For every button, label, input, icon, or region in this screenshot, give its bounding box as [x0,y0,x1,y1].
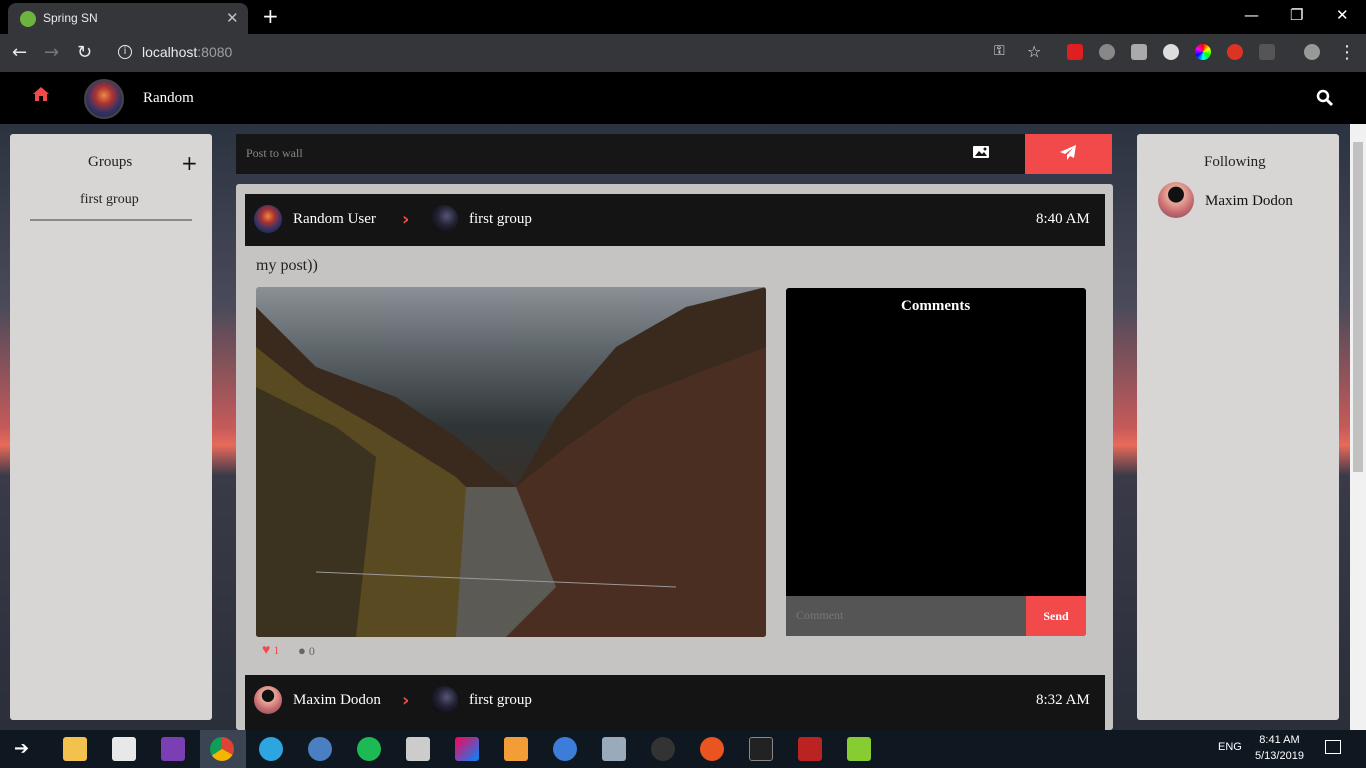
browser-tab[interactable]: Spring SN ✕ [8,3,248,34]
key-icon[interactable]: ⚿ [994,43,1005,59]
clock-time: 8:41 AM [1259,734,1300,746]
post-time: 8:32 AM [1036,692,1090,708]
taskbar-clock[interactable]: 8:41 AM 5/13/2019 [1255,732,1304,764]
close-window-icon[interactable]: ✕ [1336,6,1349,24]
search-icon[interactable] [1316,89,1334,107]
add-group-button[interactable]: + [181,151,198,175]
author-avatar[interactable] [254,686,282,714]
clock-date: 5/13/2019 [1255,750,1304,762]
notifications-icon[interactable] [1325,740,1341,754]
qbittorrent-icon[interactable] [553,737,577,761]
filezilla-icon[interactable] [798,737,822,761]
spring-logo-icon [20,11,36,27]
image-upload-icon[interactable] [972,145,990,159]
profile-icon[interactable] [1304,44,1320,60]
comment-placeholder: Comment [796,608,844,622]
author-avatar[interactable] [254,205,282,233]
comment-count-button[interactable]: ● 0 [298,643,315,659]
comment-count: 0 [308,644,315,658]
soundcloud-icon[interactable] [406,737,430,761]
page-scrollbar[interactable] [1350,124,1366,730]
like-button[interactable]: ♥ 1 [262,643,279,659]
reload-icon[interactable]: ↻ [77,42,92,63]
onenote-icon[interactable] [161,737,185,761]
remote-desktop-icon[interactable] [602,737,626,761]
telegram-icon[interactable] [259,737,283,761]
scrollbar-thumb[interactable] [1353,142,1363,472]
comments-title: Comments [901,298,971,314]
group-avatar[interactable] [430,205,458,233]
comment-send-button[interactable]: Send [1026,596,1086,636]
url-host: localhost [142,44,198,60]
star-icon[interactable]: ☆ [1027,42,1041,61]
following-panel [1137,134,1339,720]
address-bar: ← → ↻ i localhost:8080 ⚿ ☆ ⋮ [0,34,1366,72]
comments-box [786,288,1086,636]
heart-icon: ♥ [262,643,271,658]
cube-app-icon[interactable] [847,737,871,761]
adblock-icon[interactable] [1227,44,1243,60]
following-title: Following [1204,154,1266,170]
post-group[interactable]: first group [469,211,532,228]
tab-title: Spring SN [43,11,98,25]
post-placeholder: Post to wall [246,146,303,160]
group-item[interactable]: first group [80,192,139,208]
following-item[interactable]: Maxim Dodon [1205,193,1293,210]
post-author[interactable]: Random User [293,211,376,228]
post-text: my post)) [256,257,318,274]
url-port: :8080 [197,44,233,60]
back-icon[interactable]: ← [12,42,27,63]
navbar-username[interactable]: Random [143,90,194,107]
group-avatar[interactable] [430,686,458,714]
divider [30,219,192,221]
mountain-photo [256,287,766,637]
terminal-icon[interactable] [749,737,773,761]
like-count: 1 [273,643,280,657]
chevron-right-icon: › [402,209,410,230]
forward-icon[interactable]: → [44,42,59,63]
chrome-icon[interactable] [210,737,234,761]
tab-close-icon[interactable]: ✕ [226,9,239,27]
home-icon[interactable] [32,86,50,102]
groups-title: Groups [88,154,133,170]
chevron-right-icon: › [402,690,410,711]
post-send-button[interactable] [1025,134,1112,174]
post-time: 8:40 AM [1036,211,1090,227]
ubuntu-icon[interactable] [700,737,724,761]
new-tab-button[interactable]: + [262,4,279,28]
groups-panel [10,134,212,720]
extension-icon[interactable] [1163,44,1179,60]
color-picker-icon[interactable] [1195,44,1211,60]
intellij-icon[interactable] [455,737,479,761]
following-avatar[interactable] [1158,182,1194,218]
user-avatar[interactable] [84,79,124,119]
sublime-icon[interactable] [504,737,528,761]
extension-icon[interactable] [1067,44,1083,60]
speedometer-icon[interactable] [651,737,675,761]
language-indicator[interactable]: ENG [1218,741,1242,753]
extension-icon[interactable] [1099,44,1115,60]
comment-icon: ● [298,643,306,658]
spotify-icon[interactable] [357,737,381,761]
file-explorer-icon[interactable] [63,737,87,761]
messenger-icon[interactable] [308,737,332,761]
menu-icon[interactable]: ⋮ [1338,42,1356,63]
paper-plane-icon [1060,145,1076,160]
app-navbar [0,72,1366,124]
post-group[interactable]: first group [469,692,532,709]
url-field[interactable]: localhost:8080 [142,44,232,60]
post-image[interactable] [256,287,766,637]
extension-icon[interactable] [1131,44,1147,60]
maximize-icon[interactable]: ❐ [1290,6,1303,24]
start-icon[interactable]: ➔ [14,738,29,759]
post-author[interactable]: Maxim Dodon [293,692,381,709]
minimize-icon[interactable]: — [1244,6,1259,24]
vk-icon[interactable] [1259,44,1275,60]
site-info-icon[interactable]: i [118,45,132,59]
store-icon[interactable] [112,737,136,761]
